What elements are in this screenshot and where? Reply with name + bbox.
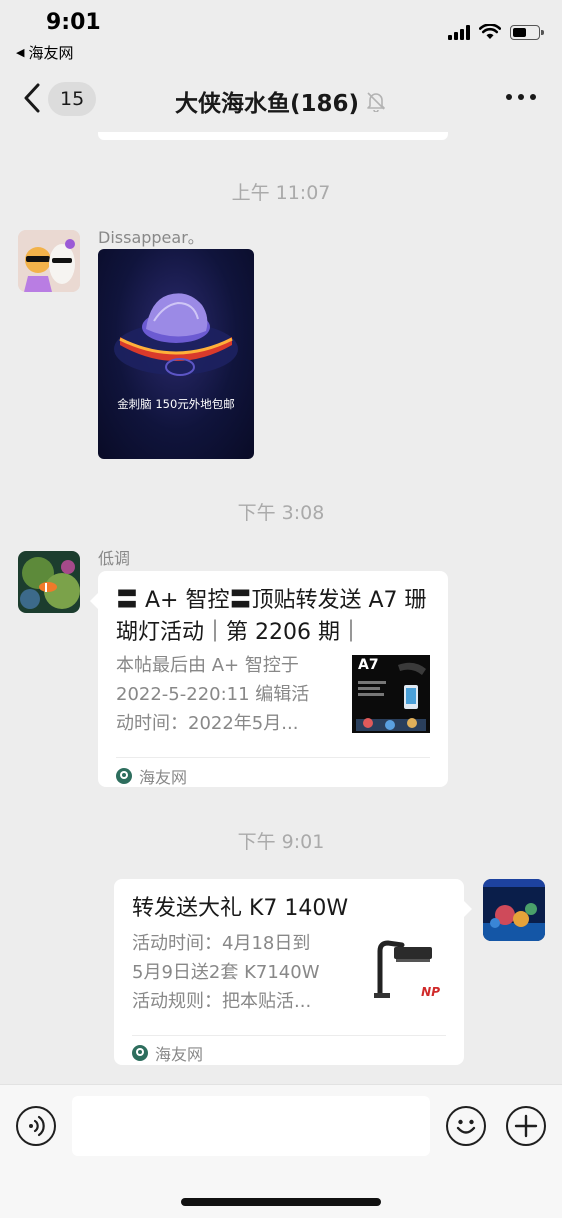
card-source: 海友网 (116, 764, 187, 788)
timestamp: 下午 9:01 (237, 831, 325, 853)
card-thumbnail: NP (368, 931, 446, 1009)
card-desc-line: 活动时间：4月18日到 (132, 933, 311, 954)
back-to-app-link[interactable]: ◀ 海友网 (16, 42, 73, 63)
image-message[interactable]: 金刺脑 150元外地包邮 (98, 249, 254, 459)
avatar-aquarium-image (483, 879, 545, 941)
image-caption: 金刺脑 150元外地包邮 (117, 397, 235, 411)
card-source-label: 海友网 (139, 768, 188, 787)
card-description: 活动时间：4月18日到 5月9日送2套 K7140W 活动规则：把本贴活... (132, 929, 356, 1016)
card-source-label: 海友网 (155, 1045, 204, 1064)
link-card[interactable]: 〓 A+ 智控〓顶贴转发送 A7 珊 瑚灯活动｜第 2206 期｜ 本帖最后由 … (90, 571, 448, 788)
thumbnail-label: A7 (358, 657, 379, 673)
timestamp: 下午 3:08 (237, 502, 325, 524)
card-divider (132, 1035, 446, 1036)
coral-photo (114, 293, 238, 376)
card-description: 本帖最后由 A+ 智控于 2022-5-220:11 编辑活 动时间：2022年… (116, 651, 340, 738)
card-desc-line: 活动规则：把本贴活... (132, 991, 312, 1012)
status-bar: 9:01 ◀ 海友网 (0, 0, 562, 66)
card-title: 〓 A+ 智控〓顶贴转发送 A7 珊 瑚灯活动｜第 2206 期｜ (116, 588, 427, 645)
card-desc-line: 5月9日送2套 K7140W (132, 962, 320, 983)
source-logo-icon (116, 768, 132, 784)
chat-message-list[interactable]: 上午 11:07 Dissappear。 金刺脑 150元外地包邮 下午 3:0… (0, 132, 562, 1084)
message-input[interactable] (72, 1096, 430, 1156)
emoji-icon[interactable] (446, 1106, 486, 1146)
avatar[interactable] (18, 230, 80, 292)
card-source: 海友网 (132, 1041, 203, 1065)
sender-name: Dissappear。 (98, 228, 204, 247)
battery-icon (510, 24, 544, 40)
card-thumbnail: A7 (352, 655, 430, 733)
avatar-anemone-image (18, 551, 80, 613)
chat-header: 15 大侠海水鱼(186) (0, 66, 562, 132)
mute-bell-icon (367, 92, 385, 112)
source-logo-icon (132, 1045, 148, 1061)
card-divider (116, 757, 430, 758)
timestamp: 上午 11:07 (231, 182, 331, 204)
avatar-cartoon-image (18, 230, 80, 292)
avatar[interactable] (18, 551, 80, 613)
voice-input-icon[interactable] (16, 1106, 56, 1146)
sender-name: 低调 (98, 549, 131, 568)
link-card[interactable]: 转发送大礼 K7 140W 活动时间：4月18日到 5月9日送2套 K7140W… (114, 879, 472, 1065)
status-icons (448, 24, 544, 40)
status-time: 9:01 (46, 10, 101, 35)
home-indicator[interactable] (181, 1198, 381, 1206)
back-triangle-icon: ◀ (16, 46, 25, 59)
card-desc-line: 本帖最后由 A+ 智控于 (116, 655, 299, 676)
cellular-signal-icon (448, 24, 470, 40)
chat-title: 大侠海水鱼(186) (174, 91, 360, 117)
previous-message-card[interactable] (98, 132, 448, 140)
back-app-label: 海友网 (28, 44, 74, 62)
chat-title-wrap: 大侠海水鱼(186) (0, 84, 562, 118)
plus-icon[interactable] (506, 1106, 546, 1146)
wifi-icon (479, 24, 501, 39)
card-desc-line: 2022-5-220:11 编辑活 (116, 684, 310, 705)
self-avatar[interactable] (483, 879, 545, 941)
more-options-icon[interactable] (506, 94, 536, 100)
thumbnail-label: NP (421, 985, 440, 999)
card-desc-line: 动时间：2022年5月... (116, 713, 299, 734)
card-title: 转发送大礼 K7 140W (132, 896, 349, 921)
